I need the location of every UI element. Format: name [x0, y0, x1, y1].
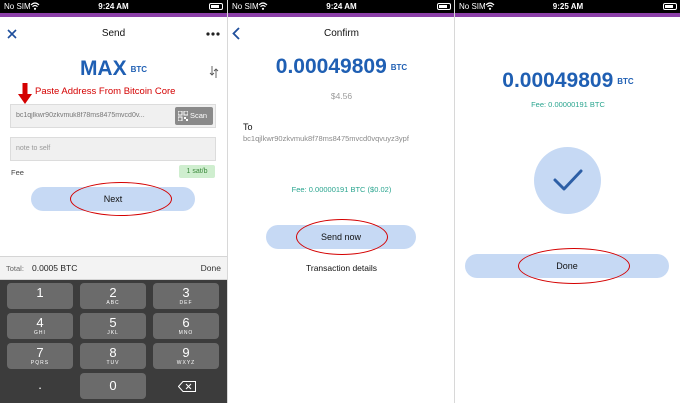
scan-button[interactable]: Scan: [175, 107, 213, 125]
amount-unit: BTC: [130, 64, 148, 74]
fee-text: Fee: 0.00000191 BTC: [531, 100, 605, 109]
amount-unit: BTC: [390, 62, 408, 72]
done-button[interactable]: Done: [465, 254, 669, 278]
key-digit: 8: [109, 345, 117, 360]
total-label: Total:: [6, 264, 24, 273]
scan-label: Scan: [190, 111, 208, 120]
swap-units-icon[interactable]: [209, 65, 219, 79]
total-value: 0.0005 BTC: [32, 263, 78, 273]
key-8[interactable]: 8 TUV: [80, 343, 146, 369]
status-time: 9:25 AM: [552, 2, 584, 11]
key-dot[interactable]: .: [7, 373, 73, 399]
page-title: Confirm: [323, 28, 359, 39]
key-digit: 4: [36, 315, 44, 330]
to-address: bc1qjlkwr90zkvmuk8f78ms8475mvcd0vqvuyz3y…: [243, 134, 409, 143]
key-letters: DEF: [179, 300, 193, 306]
key-digit: 5: [109, 315, 117, 330]
qr-code-icon: [178, 111, 188, 121]
key-letters: MNO: [178, 330, 194, 336]
confirm-screen: No SIM 9:24 AM Confirm 0.00049809 BTC $4.…: [227, 0, 455, 403]
key-letters: GHI: [34, 330, 46, 336]
memo-field[interactable]: note to self: [10, 137, 216, 161]
amount-unit: BTC: [617, 76, 634, 86]
battery-icon: [663, 3, 677, 10]
next-button[interactable]: Next: [31, 187, 195, 211]
status-bar: No SIM 9:24 AM: [0, 0, 227, 13]
key-7[interactable]: 7 PQRS: [7, 343, 73, 369]
keyboard-done-button[interactable]: Done: [201, 263, 221, 273]
key-0[interactable]: 0: [80, 373, 146, 399]
key-digit: 2: [109, 285, 117, 300]
key-3[interactable]: 3 DEF: [153, 283, 219, 309]
send-now-button[interactable]: Send now: [266, 225, 416, 249]
status-bar: No SIM 9:25 AM: [455, 0, 680, 13]
key-letters: WXYZ: [176, 360, 196, 366]
status-time: 9:24 AM: [326, 2, 357, 11]
fiat-value: $4.56: [330, 91, 353, 101]
key-digit: 9: [182, 345, 190, 360]
amount-value: 0.00049809: [275, 55, 387, 78]
fee-text: Fee: 0.00000191 BTC ($0.02): [291, 185, 392, 194]
success-screen: No SIM 9:25 AM 0.00049809 BTC Fee: 0.0000…: [454, 0, 680, 403]
amount-value: 0.00049809: [502, 69, 614, 92]
key-letters: TUV: [106, 360, 120, 366]
to-label: To: [243, 122, 253, 132]
key-9[interactable]: 9 WXYZ: [153, 343, 219, 369]
transaction-details-link[interactable]: Transaction details: [228, 263, 455, 273]
battery-icon: [437, 3, 451, 10]
key-letters: JKL: [107, 330, 119, 336]
status-time: 9:24 AM: [98, 2, 129, 11]
checkmark-icon: [553, 169, 583, 191]
fee-rate-button[interactable]: 1 sat/b: [179, 165, 215, 178]
key-1[interactable]: 1: [7, 283, 73, 309]
key-letters: ABC: [106, 300, 120, 306]
key-digit: 6: [182, 315, 190, 330]
key-2[interactable]: 2 ABC: [80, 283, 146, 309]
backspace-icon[interactable]: [178, 381, 196, 392]
key-digit: 3: [182, 285, 190, 300]
key-digit: 7: [36, 345, 44, 360]
fee-label: Fee: [11, 168, 24, 177]
amount-value: MAX: [79, 57, 127, 80]
amount-display[interactable]: MAX BTC: [0, 57, 227, 81]
accent-bar: [0, 13, 227, 17]
accent-bar: [455, 13, 680, 17]
battery-icon: [209, 3, 223, 10]
address-value: bc1qjlkwr90zkvmuk8f78ms8475mvcd0v...: [16, 112, 145, 119]
total-bar: Total: 0.0005 BTC Done: [0, 256, 227, 280]
success-badge: [534, 147, 601, 214]
key-digit: 1: [36, 285, 44, 300]
status-bar: No SIM 9:24 AM: [228, 0, 455, 13]
more-options-icon[interactable]: [206, 32, 220, 36]
key-letters: PQRS: [30, 360, 50, 366]
amount-display: 0.00049809 BTC: [455, 69, 680, 93]
key-4[interactable]: 4 GHI: [7, 313, 73, 339]
key-5[interactable]: 5 JKL: [80, 313, 146, 339]
annotation-arrow-icon: [18, 83, 32, 104]
send-screen: No SIM 9:24 AM Send MAX BTC Paste Address…: [0, 0, 227, 403]
accent-bar: [228, 13, 455, 17]
memo-placeholder: note to self: [16, 145, 51, 152]
key-digit: 0: [109, 378, 117, 393]
annotation-text: Paste Address From Bitcoin Core: [35, 86, 176, 97]
address-field[interactable]: bc1qjlkwr90zkvmuk8f78ms8475mvcd0v... Sca…: [10, 104, 216, 128]
key-6[interactable]: 6 MNO: [153, 313, 219, 339]
page-title: Send: [101, 28, 126, 39]
amount-display: 0.00049809 BTC: [228, 55, 455, 79]
numeric-keypad: 1 2 ABC 3 DEF 4 GHI 5 JKL 6 MNO 7 PQRS 8 TUV 9W…: [0, 280, 227, 403]
